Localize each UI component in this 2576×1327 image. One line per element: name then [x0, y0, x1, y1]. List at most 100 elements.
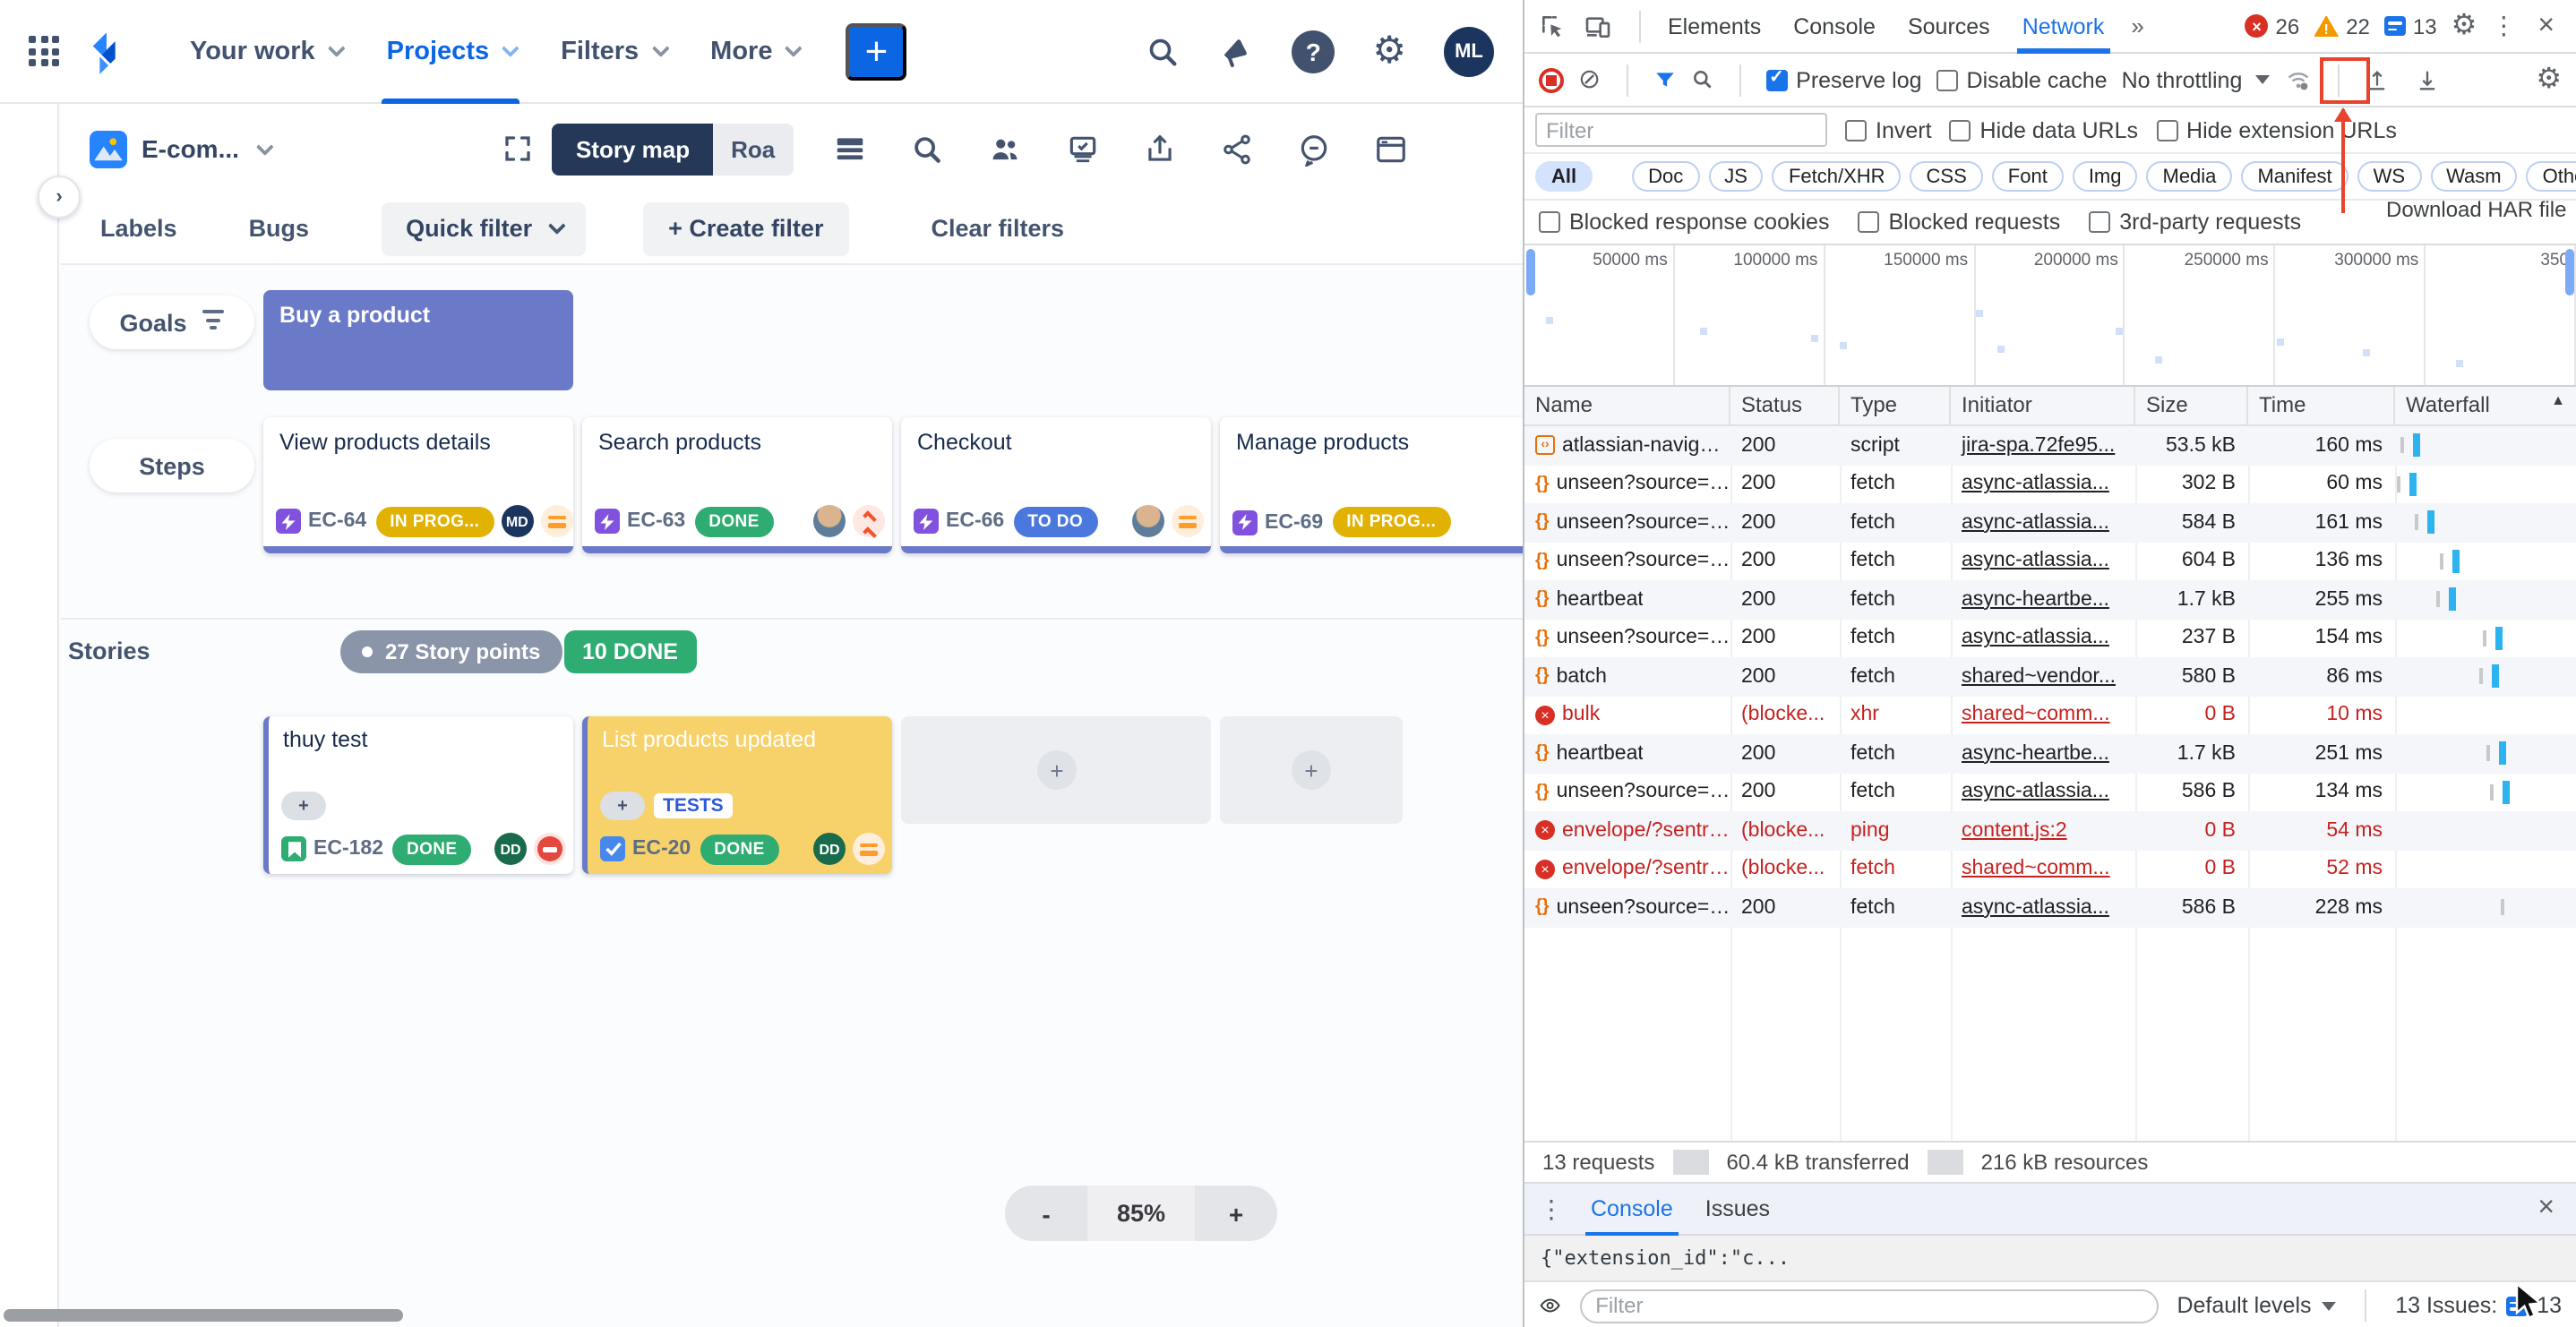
steps-row-label[interactable]: Steps	[90, 439, 254, 492]
network-settings-icon[interactable]: ⚙	[2536, 65, 2562, 94]
assignee-avatar[interactable]: MD	[501, 505, 533, 537]
warning-count-badge[interactable]: !22	[2314, 13, 2370, 39]
step-card[interactable]: View products detailsEC-64IN PROG...MD	[263, 417, 573, 553]
export-icon[interactable]	[1142, 132, 1176, 166]
app-switcher-icon[interactable]	[29, 36, 59, 66]
clear-filters-link[interactable]: Clear filters	[931, 215, 1064, 242]
eye-icon[interactable]	[1539, 1295, 1561, 1316]
assignee-avatar[interactable]	[813, 505, 846, 537]
network-request-row[interactable]: ×bulk(blocke...xhrshared~comm...0 B10 ms	[1524, 696, 2576, 734]
devtools-menu-icon[interactable]: ⋮	[2491, 11, 2516, 41]
network-filter-input[interactable]	[1535, 113, 1827, 147]
column-header-status[interactable]: Status	[1730, 387, 1840, 424]
notifications-icon[interactable]	[1218, 33, 1254, 69]
goals-row-label[interactable]: Goals	[90, 295, 254, 349]
devtools-tab-console[interactable]: Console	[1777, 0, 1892, 53]
more-tabs-icon[interactable]: »	[2120, 13, 2154, 39]
checkbox-blocked-response-cookies[interactable]: Blocked response cookies	[1539, 210, 1829, 235]
search-icon[interactable]	[1145, 33, 1181, 69]
network-request-row[interactable]: ‹›atlassian-navigation.async-...200scrip…	[1524, 426, 2576, 465]
column-header-name[interactable]: Name	[1524, 387, 1730, 424]
type-pill-js[interactable]: JS	[1708, 161, 1764, 192]
column-header-waterfall[interactable]: Waterfall▲	[2395, 387, 2576, 424]
create-issue-button[interactable]: +	[846, 22, 906, 80]
type-pill-img[interactable]: Img	[2073, 161, 2138, 192]
drawer-menu-icon[interactable]: ⋮	[1539, 1194, 1564, 1224]
empty-card-slot[interactable]: +	[901, 716, 1211, 824]
hide-extension-urls-checkbox[interactable]: Hide extension URLs	[2156, 117, 2397, 142]
drawer-tab-issues[interactable]: Issues	[1689, 1182, 1786, 1236]
add-label-button[interactable]: +	[600, 792, 645, 820]
nav-item-more[interactable]: More	[687, 0, 820, 103]
log-levels-select[interactable]: Default levels	[2177, 1293, 2336, 1318]
project-chevron-icon[interactable]	[257, 137, 275, 155]
network-request-row[interactable]: {}unseen?source=atlaskitNot...200fetchas…	[1524, 773, 2576, 811]
user-avatar[interactable]: ML	[1444, 26, 1494, 76]
initiator-link[interactable]: shared~comm...	[1962, 705, 2110, 726]
quick-filter-button[interactable]: Quick filter	[381, 201, 586, 255]
assignee-avatar[interactable]: DD	[494, 833, 527, 865]
devtools-tab-sources[interactable]: Sources	[1892, 0, 2006, 53]
network-request-row[interactable]: {}heartbeat200fetchasync-heartbe...1.7 k…	[1524, 580, 2576, 619]
filter-bugs[interactable]: Bugs	[249, 215, 310, 242]
checkbox-3rd-party-requests[interactable]: 3rd-party requests	[2089, 210, 2301, 235]
invert-checkbox[interactable]: Invert	[1845, 117, 1932, 142]
filter-labels[interactable]: Labels	[100, 215, 177, 242]
network-request-row[interactable]: {}unseen?source=atlaskitNot...200fetchas…	[1524, 888, 2576, 927]
error-count-badge[interactable]: ×26	[2245, 13, 2299, 39]
fullscreen-icon[interactable]	[502, 133, 535, 165]
initiator-link[interactable]: async-atlassia...	[1962, 897, 2109, 919]
settings-icon[interactable]: ⚙	[1372, 32, 1406, 70]
drawer-tab-console[interactable]: Console	[1575, 1182, 1689, 1236]
devtools-close-icon[interactable]: ×	[2530, 10, 2562, 42]
assignee-avatar[interactable]	[1132, 505, 1164, 537]
network-request-row[interactable]: {}heartbeat200fetchasync-heartbe...1.7 k…	[1524, 734, 2576, 773]
backlog-icon[interactable]	[832, 132, 866, 166]
people-icon[interactable]	[986, 132, 1022, 166]
device-toolbar-icon[interactable]	[1584, 12, 1612, 40]
network-request-row[interactable]: {}unseen?source=atlaskitNot...200fetchas…	[1524, 542, 2576, 580]
story-card[interactable]: thuy test+EC-182DONEDD	[263, 716, 573, 874]
jira-logo[interactable]	[84, 28, 131, 74]
step-card[interactable]: Search productsEC-63DONE	[582, 417, 892, 553]
throttling-select[interactable]: No throttling	[2122, 67, 2270, 92]
horizontal-scrollbar[interactable]	[4, 1309, 403, 1322]
initiator-link[interactable]: content.js:2	[1962, 820, 2067, 842]
disable-cache-checkbox[interactable]: Disable cache	[1936, 67, 2108, 92]
network-request-row[interactable]: ×envelope/?sentry_key=fdb...(blocke...pi…	[1524, 811, 2576, 850]
nav-item-projects[interactable]: Projects	[364, 0, 537, 103]
add-card-icon[interactable]: +	[1037, 750, 1077, 790]
column-header-initiator[interactable]: Initiator	[1951, 387, 2135, 424]
network-request-row[interactable]: {}unseen?source=atlaskitNot...200fetchas…	[1524, 503, 2576, 542]
add-card-icon[interactable]: +	[1292, 750, 1331, 790]
column-header-type[interactable]: Type	[1840, 387, 1951, 424]
panel-icon[interactable]	[1373, 132, 1407, 166]
board-search-icon[interactable]	[909, 132, 943, 166]
goal-card[interactable]: Buy a product	[263, 290, 573, 390]
initiator-link[interactable]: async-atlassia...	[1962, 551, 2109, 572]
create-filter-button[interactable]: + Create filter	[643, 201, 848, 255]
devtools-settings-icon[interactable]: ⚙	[2451, 12, 2477, 40]
column-header-time[interactable]: Time	[2248, 387, 2395, 424]
checkbox-blocked-requests[interactable]: Blocked requests	[1858, 210, 2060, 235]
drawer-close-icon[interactable]: ×	[2530, 1193, 2562, 1225]
assignee-avatar[interactable]: DD	[813, 833, 846, 865]
initiator-link[interactable]: async-heartbe...	[1962, 589, 2109, 611]
initiator-link[interactable]: shared~vendor...	[1962, 666, 2116, 688]
column-header-size[interactable]: Size	[2135, 387, 2248, 424]
network-search-icon[interactable]	[1690, 68, 1713, 91]
step-card[interactable]: CheckoutEC-66TO DO	[901, 417, 1211, 553]
initiator-link[interactable]: async-atlassia...	[1962, 628, 2109, 649]
feedback-icon[interactable]	[1296, 132, 1330, 166]
initiator-link[interactable]: async-heartbe...	[1962, 743, 2109, 765]
console-log-row[interactable]: {"extension_id":"c...	[1524, 1236, 2576, 1282]
type-pill-wasm[interactable]: Wasm	[2430, 161, 2518, 192]
sprint-icon[interactable]	[1065, 132, 1099, 166]
expand-sidebar-button[interactable]: ›	[38, 176, 81, 218]
hide-data-urls-checkbox[interactable]: Hide data URLs	[1950, 117, 2139, 142]
initiator-link[interactable]: async-atlassia...	[1962, 512, 2109, 534]
step-card[interactable]: Manage productsEC-69IN PROG...	[1220, 417, 1523, 553]
initiator-link[interactable]: jira-spa.72fe95...	[1962, 435, 2115, 457]
network-conditions-icon[interactable]	[2283, 67, 2312, 92]
inspect-element-icon[interactable]	[1539, 12, 1567, 40]
